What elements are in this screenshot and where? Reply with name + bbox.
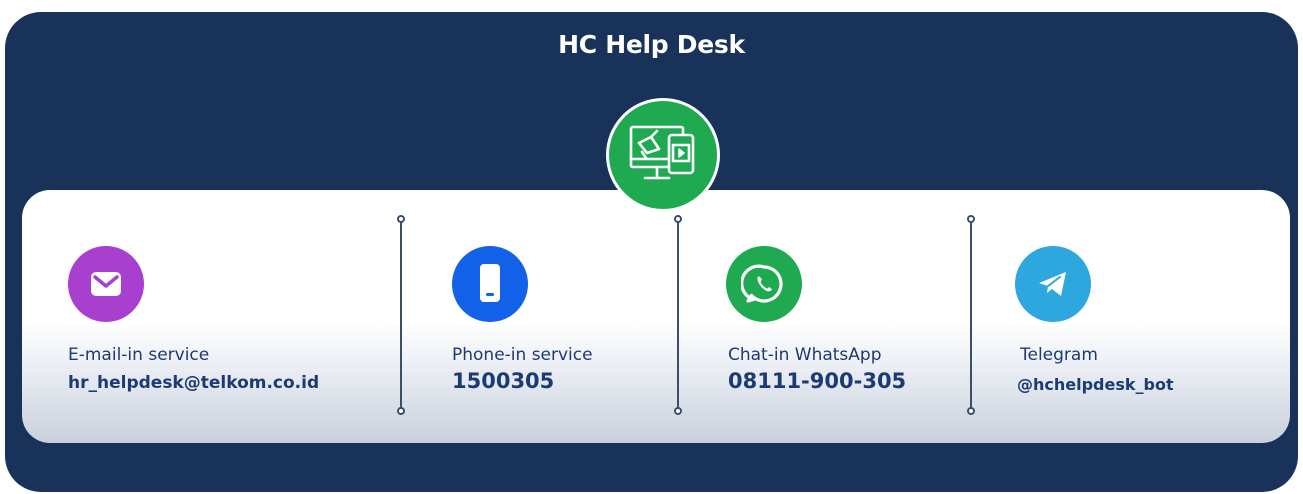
phone-number[interactable]: 1500305	[452, 369, 554, 393]
telegram-handle[interactable]: @hchelpdesk_bot	[1017, 375, 1174, 394]
divider-2	[674, 215, 682, 415]
divider-1	[397, 215, 405, 415]
phone-label: Phone-in service	[452, 345, 593, 365]
contact-card	[22, 190, 1290, 443]
email-icon[interactable]	[68, 246, 144, 322]
divider-3	[967, 215, 975, 415]
telegram-icon[interactable]	[1015, 246, 1091, 322]
email-label: E-mail-in service	[68, 345, 210, 365]
whatsapp-icon[interactable]	[726, 246, 802, 322]
digital-media-icon	[606, 98, 720, 212]
whatsapp-label: Chat-in WhatsApp	[728, 345, 882, 365]
email-address[interactable]: hr_helpdesk@telkom.co.id	[68, 373, 319, 393]
whatsapp-number[interactable]: 08111-900-305	[728, 369, 906, 393]
page-title: HC Help Desk	[558, 30, 745, 59]
phone-icon[interactable]	[452, 246, 528, 322]
telegram-label: Telegram	[1020, 345, 1098, 365]
